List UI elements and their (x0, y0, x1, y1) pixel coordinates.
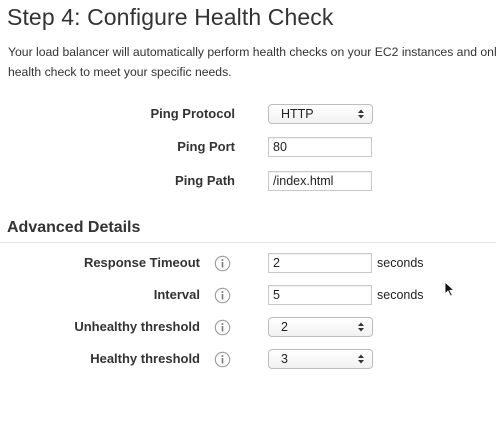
healthy-threshold-label: Healthy threshold (90, 351, 200, 366)
response-timeout-input[interactable]: 2 (268, 253, 372, 273)
response-timeout-unit: seconds (377, 256, 424, 270)
ping-path-label: Ping Path (175, 173, 235, 188)
interval-label: Interval (153, 287, 200, 302)
ping-path-input[interactable]: /index.html (268, 171, 372, 191)
info-icon[interactable] (214, 287, 231, 304)
unhealthy-threshold-row: Unhealthy threshold 2 (0, 316, 496, 340)
interval-unit: seconds (377, 288, 424, 302)
ping-protocol-select[interactable]: HTTP (268, 104, 373, 124)
unhealthy-threshold-value: 2 (281, 320, 288, 334)
response-timeout-label: Response Timeout (83, 255, 200, 270)
ping-protocol-value: HTTP (281, 107, 314, 121)
page-title: Step 4: Configure Health Check (7, 4, 334, 30)
info-icon[interactable] (214, 255, 231, 272)
response-timeout-row: Response Timeout 2 seconds (0, 252, 496, 276)
health-check-page: Step 4: Configure Health Check Your load… (0, 0, 496, 424)
description-line-1: Your load balancer will automatically pe… (8, 45, 496, 59)
unhealthy-threshold-select[interactable]: 2 (268, 317, 373, 337)
info-icon[interactable] (214, 319, 231, 336)
advanced-details-heading: Advanced Details (7, 219, 141, 236)
healthy-threshold-row: Healthy threshold 3 (0, 348, 496, 372)
ping-port-row: Ping Port 80 (0, 136, 496, 160)
updown-arrows-icon (358, 109, 364, 119)
info-icon[interactable] (214, 351, 231, 368)
interval-row: Interval 5 seconds (0, 284, 496, 308)
section-divider (0, 242, 496, 243)
page-description: Your load balancer will automatically pe… (8, 42, 496, 82)
healthy-threshold-select[interactable]: 3 (268, 349, 373, 369)
interval-input[interactable]: 5 (268, 285, 372, 305)
ping-port-label: Ping Port (177, 139, 235, 154)
description-line-2: health check to meet your specific needs… (8, 65, 232, 79)
ping-path-row: Ping Path /index.html (0, 170, 496, 194)
ping-protocol-label: Ping Protocol (150, 106, 236, 121)
updown-arrows-icon (358, 354, 364, 364)
updown-arrows-icon (358, 322, 364, 332)
healthy-threshold-value: 3 (281, 352, 288, 366)
ping-port-input[interactable]: 80 (268, 137, 372, 157)
unhealthy-threshold-label: Unhealthy threshold (74, 319, 200, 334)
mouse-cursor-icon (444, 281, 455, 297)
ping-protocol-row: Ping Protocol HTTP (0, 103, 496, 127)
